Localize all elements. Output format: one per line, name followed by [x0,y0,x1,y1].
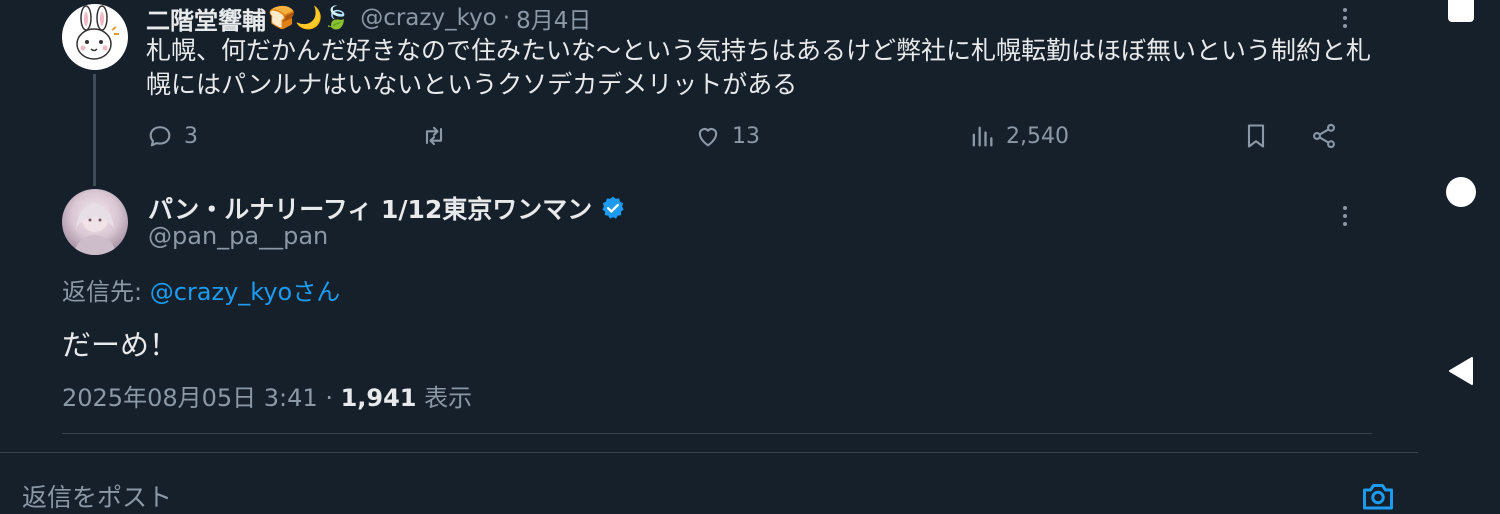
like-count: 13 [732,123,760,149]
avatar[interactable] [62,189,128,255]
heart-icon [698,128,718,147]
parent-more-icon[interactable] [1335,4,1355,32]
separator-dot: · [502,5,511,31]
bookmark-icon [1247,124,1265,148]
parent-name-emojis: 🍞🌙🍃 [268,5,351,31]
reply-composer-input[interactable]: 返信をポスト [22,478,172,514]
thread-connector-line [93,74,96,186]
retweet-button[interactable] [420,118,458,154]
recents-button-icon[interactable] [1448,0,1474,22]
like-button[interactable]: 13 [694,118,760,154]
parent-action-bar: 3 13 2,540 [146,118,1376,154]
verified-badge-icon [602,196,624,219]
avatar[interactable] [62,4,128,70]
rabbit-avatar-icon [76,5,119,60]
timestamp[interactable]: 2025年08月05日 3:41 [62,384,318,412]
reply-count: 3 [184,123,198,149]
timeline: 二階堂響輔 🍞🌙🍃 @crazy_kyo · 8月4日 札幌、何だかんだ好きなの… [0,0,1418,512]
composer-divider [0,452,1418,453]
view-count-main: 1,941 [340,384,417,412]
analytics-icon [972,126,993,147]
main-more-icon[interactable] [1335,202,1355,230]
divider [62,433,1372,434]
view-count: 2,540 [1006,123,1069,149]
main-display-name[interactable]: パン・ルナリーフィ 1/12東京ワンマン [148,190,592,226]
main-handle[interactable]: @pan_pa__pan [148,222,328,250]
main-tweet-header: パン・ルナリーフィ 1/12東京ワンマン [148,190,626,226]
meta-separator: · [317,384,341,412]
home-button-icon[interactable] [1446,177,1476,207]
main-tweet-text: だーめ！ [62,328,179,362]
user-photo-icon [74,203,116,255]
parent-handle[interactable]: @crazy_kyo [360,5,497,31]
view-label: 表示 [416,384,473,412]
tweet-meta: 2025年08月05日 3:41 · 1,941 表示 [62,378,472,413]
system-navigation-bar [1420,0,1500,500]
parent-date[interactable]: 8月4日 [516,1,591,35]
reply-prefix: 返信先: [62,278,150,306]
parent-tweet-header: 二階堂響輔 🍞🌙🍃 @crazy_kyo · 8月4日 [146,1,591,35]
share-button[interactable] [1310,118,1338,154]
back-button-icon[interactable] [1446,355,1476,387]
parent-display-name[interactable]: 二階堂響輔 [146,1,266,36]
views-button[interactable]: 2,540 [968,118,1069,154]
parent-tweet-text: 札幌、何だかんだ好きなので住みたいな〜という気持ちはあるけど弊社に札幌転勤はほぼ… [146,36,1372,99]
reply-icon [149,126,171,147]
reply-context: 返信先: @crazy_kyoさん [62,272,340,307]
reply-button[interactable]: 3 [146,118,198,154]
reply-target-link[interactable]: @crazy_kyoさん [150,278,341,306]
retweet-icon [425,126,443,146]
share-icon [1313,123,1335,149]
camera-icon[interactable] [1360,478,1396,514]
bookmark-button[interactable] [1242,118,1270,154]
